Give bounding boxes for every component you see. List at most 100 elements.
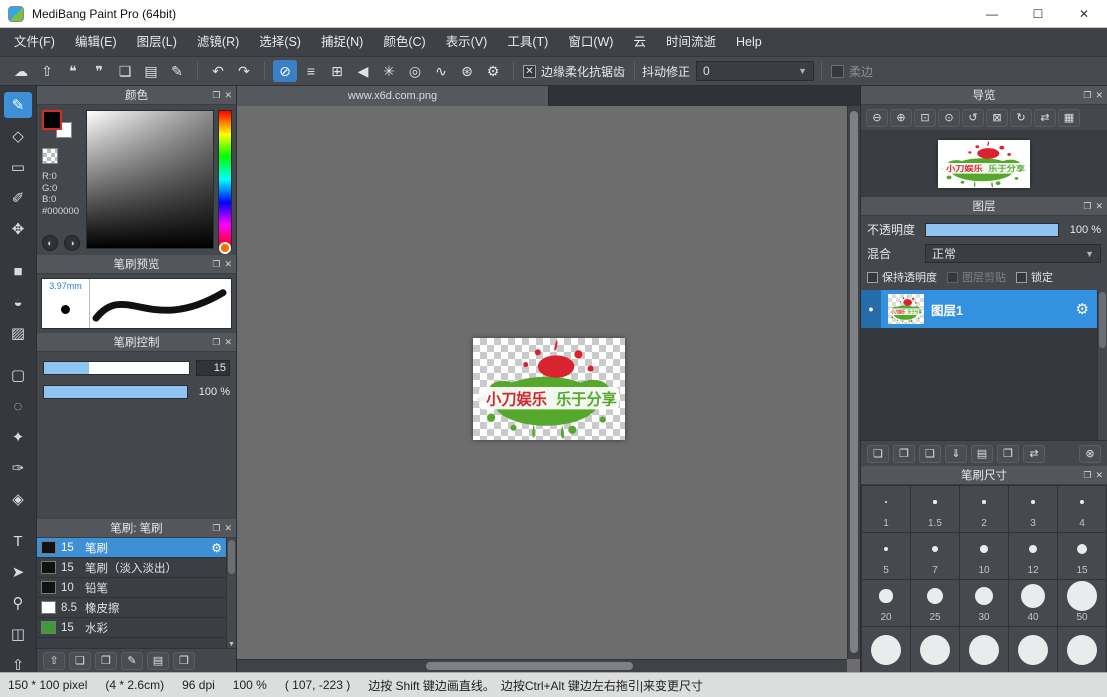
menu-item-11[interactable]: 云 [623,28,656,57]
transparent-color-swatch[interactable] [42,148,58,164]
close-icon[interactable]: ✕ [1095,201,1103,212]
brush-settings-gear-icon[interactable]: ⚙ [211,541,222,555]
brush-size-cell-partial[interactable] [960,627,1008,672]
edit-brush-icon[interactable]: ✎ [121,652,143,670]
brush-size-cell[interactable]: 10 [960,533,1008,579]
settings-gear-icon[interactable]: ⚙ [481,60,505,82]
brush-size-slider[interactable] [43,361,190,375]
hue-bar[interactable] [218,110,232,249]
canvas-image[interactable]: 小刀娱乐乐于分享 [473,338,625,440]
magic-wand-tool[interactable]: ✦ [4,424,32,450]
maximize-button[interactable]: ☐ [1015,0,1061,27]
keep-opacity-checkbox[interactable]: 保持透明度 [867,269,937,285]
brush-size-cell[interactable]: 15 [1058,533,1106,579]
close-icon[interactable]: ✕ [224,259,232,270]
document-tab[interactable]: www.x6d.com.png [237,86,549,106]
lasso-tool[interactable]: ◌ [4,393,32,419]
brush-size-cell[interactable]: 12 [1009,533,1057,579]
soft-edge-checkbox-box[interactable] [831,65,844,78]
navigator-thumbnail[interactable]: 小刀娱乐乐于分享 [938,140,1030,188]
brush-size-cell[interactable]: 50 [1058,580,1106,626]
brush-size-cell[interactable]: 20 [862,580,910,626]
brush-size-cell[interactable]: 40 [1009,580,1057,626]
clipping-checkbox[interactable]: 图层剪贴 [947,269,1006,285]
brush-size-cell[interactable]: 4 [1058,486,1106,532]
antialias-checkbox-box[interactable]: ✕ [523,65,536,78]
snap-curve-icon[interactable]: ∿ [429,60,453,82]
close-icon[interactable]: ✕ [224,337,232,348]
operation-tool[interactable]: ➤ [4,559,32,585]
brush-item[interactable]: 10铅笔 [37,578,226,598]
brush-size-cell[interactable]: 1 [862,486,910,532]
scrollbar-thumb[interactable] [228,540,235,574]
close-icon[interactable]: ✕ [224,523,232,534]
zoom-in-icon[interactable]: ⊕ [890,109,912,127]
brush-size-cell[interactable]: 2 [960,486,1008,532]
import-brush-icon[interactable]: ❐ [95,652,117,670]
brush-size-cell-partial[interactable] [862,627,910,672]
soft-edge-checkbox[interactable]: 柔边 [831,63,873,80]
menu-item-4[interactable]: 滤镜(R) [187,28,249,57]
redo-icon[interactable]: ↷ [232,60,256,82]
popout-icon[interactable]: ❐ [212,90,220,101]
brush-size-cell[interactable]: 1.5 [911,486,959,532]
new-8bit-layer-icon[interactable]: ❐ [893,445,915,463]
text-tool[interactable]: T [4,528,32,554]
brush-folder-icon[interactable]: ▤ [147,652,169,670]
undo-icon[interactable]: ↶ [206,60,230,82]
close-icon[interactable]: ✕ [1095,90,1103,101]
menu-item-8[interactable]: 表示(V) [436,28,498,57]
canvas-vertical-scrollbar[interactable] [847,106,860,659]
upload-icon[interactable]: ⇧ [35,60,59,82]
new-document-icon[interactable]: ❏ [113,60,137,82]
pixel-grid-icon[interactable]: ▦ [1058,109,1080,127]
brush-list-scrollbar[interactable]: ▼ [226,538,236,648]
brush-item[interactable]: 15笔刷⚙ [37,538,226,558]
upload-brush-icon[interactable]: ⇧ [43,652,65,670]
reset-rotation-icon[interactable]: ⊠ [986,109,1008,127]
brush-item[interactable]: 15水彩 [37,618,226,638]
transfer-layer-icon[interactable]: ⇄ [1023,445,1045,463]
close-button[interactable]: ✕ [1061,0,1107,27]
foreground-color-swatch[interactable] [42,110,62,130]
brush-size-cell[interactable]: 3 [1009,486,1057,532]
new-brush-icon[interactable]: ❏ [69,652,91,670]
comment-list-icon[interactable]: ❞ [87,60,111,82]
popout-icon[interactable]: ❐ [1083,90,1091,101]
menu-item-7[interactable]: 颜色(C) [373,28,435,57]
rotate-left-icon[interactable]: ↺ [962,109,984,127]
edit-document-icon[interactable]: ✎ [165,60,189,82]
menu-item-1[interactable]: 文件(F) [4,28,65,57]
snap-parallel-icon[interactable]: ≡ [299,60,323,82]
cloud-icon[interactable]: ☁ [9,60,33,82]
dot-tool[interactable]: ▭ [4,154,32,180]
merge-down-icon[interactable]: ⇓ [945,445,967,463]
canvas-area[interactable]: 小刀娱乐乐于分享 [237,106,860,672]
flip-horizontal-icon[interactable]: ⇄ [1034,109,1056,127]
brush-opacity-slider[interactable] [43,385,188,399]
snap-cross-icon[interactable]: ✳ [377,60,401,82]
delete-layer-icon[interactable]: ⊗ [1079,445,1101,463]
menu-item-10[interactable]: 窗口(W) [558,28,623,57]
divide-tool[interactable]: ◫ [4,621,32,647]
actual-size-icon[interactable]: ⊙ [938,109,960,127]
rotate-right-icon[interactable]: ↻ [1010,109,1032,127]
hue-cursor[interactable] [219,242,231,254]
bucket-tool[interactable]: ◒ [4,289,32,315]
popout-icon[interactable]: ❐ [1083,470,1091,481]
fill-rect-tool[interactable]: ■ [4,258,32,284]
scroll-down-arrow[interactable]: ▼ [227,641,236,648]
menu-item-2[interactable]: 编辑(E) [65,28,127,57]
popout-icon[interactable]: ❐ [212,337,220,348]
minimize-button[interactable]: — [969,0,1015,27]
menu-item-12[interactable]: 时间流逝 [656,28,726,57]
menu-item-5[interactable]: 选择(S) [249,28,311,57]
eraser-tool[interactable]: ◇ [4,123,32,149]
layer-settings-gear-icon[interactable]: ⚙ [1076,300,1089,318]
brush-tool[interactable]: ✎ [4,92,32,118]
layer-row[interactable]: ● 小刀娱乐乐于分享 图层1 ⚙ [861,290,1097,328]
new-1bit-layer-icon[interactable]: ❑ [919,445,941,463]
checkbox-box[interactable] [947,272,958,283]
layer-opacity-slider[interactable] [925,223,1059,237]
stabilizer-select[interactable]: 0 ▼ [696,61,814,81]
